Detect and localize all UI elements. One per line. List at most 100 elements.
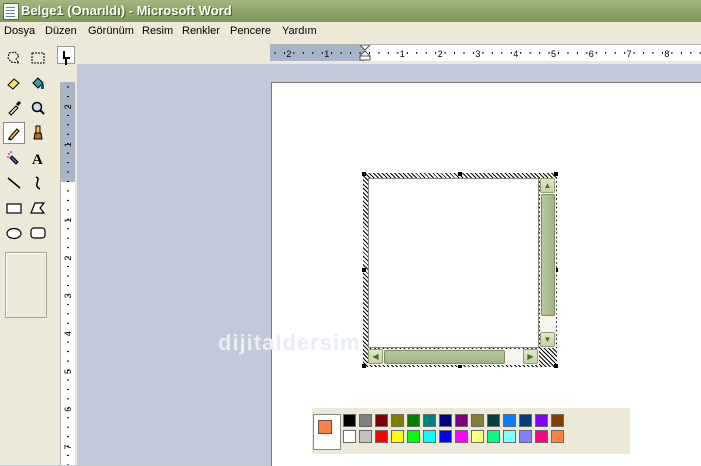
ruler-label: 5 <box>63 369 73 374</box>
color-swatch[interactable] <box>439 430 452 443</box>
text-a-icon: A <box>32 152 43 166</box>
color-swatch[interactable] <box>503 430 516 443</box>
ruler-label: 2 <box>286 49 291 59</box>
ruler-label: 7 <box>63 445 73 450</box>
color-swatch[interactable] <box>343 430 356 443</box>
color-swatch[interactable] <box>487 414 500 427</box>
menu-renkler[interactable]: Renkler <box>182 25 220 37</box>
eraser-tool[interactable] <box>3 72 25 94</box>
ruler-label: 8 <box>664 49 669 59</box>
color-swatch[interactable] <box>535 414 548 427</box>
color-swatch[interactable] <box>471 414 484 427</box>
rounded-rectangle-tool[interactable] <box>27 222 49 244</box>
curve-icon <box>35 176 41 190</box>
color-swatch[interactable] <box>503 414 516 427</box>
free-form-select-tool[interactable] <box>3 47 25 69</box>
airbrush-icon <box>7 151 19 165</box>
vertical-ruler-ticks: 2 1 1 2 3 4 5 6 7 <box>63 86 73 465</box>
resize-handle[interactable] <box>362 172 366 176</box>
color-swatch[interactable] <box>423 414 436 427</box>
current-colors-box[interactable] <box>313 414 341 450</box>
paint-toolbox: A <box>0 42 55 465</box>
line-tool[interactable] <box>3 172 25 194</box>
menu-yardim[interactable]: Yardım <box>282 25 317 37</box>
ruler-label: 6 <box>589 49 594 59</box>
vertical-scroll-thumb[interactable] <box>541 194 555 316</box>
rectangle-tool[interactable] <box>3 197 25 219</box>
menu-duzen[interactable]: Düzen <box>45 25 77 37</box>
fill-tool[interactable] <box>27 72 49 94</box>
ruler-label: 1 <box>63 218 73 223</box>
word-document-icon[interactable] <box>3 3 19 20</box>
magnifier-tool[interactable] <box>27 97 49 119</box>
menu-bar: Dosya Düzen Görünüm Resim Renkler Pencer… <box>0 22 701 43</box>
select-tool[interactable] <box>27 47 49 69</box>
color-swatch[interactable] <box>455 430 468 443</box>
color-swatch[interactable] <box>359 430 372 443</box>
scroll-left-button[interactable]: ◀ <box>368 349 383 364</box>
text-tool[interactable]: A <box>27 147 49 169</box>
color-swatch[interactable] <box>487 430 500 443</box>
scroll-down-button[interactable]: ▼ <box>540 332 555 347</box>
ellipse-tool[interactable] <box>3 222 25 244</box>
color-swatch[interactable] <box>407 414 420 427</box>
color-swatch[interactable] <box>391 430 404 443</box>
color-swatch[interactable] <box>551 414 564 427</box>
ruler-label: 6 <box>63 407 73 412</box>
tool-options-box[interactable] <box>5 252 47 318</box>
color-swatch[interactable] <box>471 430 484 443</box>
color-palette <box>312 407 630 454</box>
polygon-tool[interactable] <box>27 197 49 219</box>
pick-color-tool[interactable] <box>3 97 25 119</box>
color-swatch[interactable] <box>375 430 388 443</box>
horizontal-scrollbar[interactable]: ◀ ▶ <box>368 349 539 365</box>
vertical-scrollbar[interactable]: ▲ ▼ <box>540 178 556 348</box>
eyedropper-icon <box>8 101 21 116</box>
menu-pencere[interactable]: Pencere <box>230 25 271 37</box>
color-swatch[interactable] <box>391 414 404 427</box>
menu-dosya[interactable]: Dosya <box>4 25 35 37</box>
resize-handle[interactable] <box>362 364 366 368</box>
color-swatch[interactable] <box>407 430 420 443</box>
paint-canvas[interactable] <box>368 178 539 348</box>
color-swatch[interactable] <box>359 414 372 427</box>
tab-selector-button[interactable] <box>57 46 75 64</box>
ruler-label: 1 <box>400 49 405 59</box>
color-swatch[interactable] <box>375 414 388 427</box>
color-swatch[interactable] <box>519 430 532 443</box>
brush-tool[interactable] <box>27 122 49 144</box>
color-swatch[interactable] <box>455 414 468 427</box>
vertical-ruler[interactable]: 2 1 1 2 3 4 5 6 7 <box>60 82 75 465</box>
ruler-label: 1 <box>324 49 329 59</box>
color-swatch[interactable] <box>535 430 548 443</box>
color-swatch[interactable] <box>439 414 452 427</box>
airbrush-tool[interactable] <box>3 147 25 169</box>
resize-handle[interactable] <box>554 364 558 368</box>
magnifier-icon <box>31 101 45 115</box>
foreground-color[interactable] <box>318 420 332 434</box>
scroll-right-button[interactable]: ▶ <box>523 349 538 364</box>
horizontal-scroll-thumb[interactable] <box>384 350 505 364</box>
ruler-label: 1 <box>63 142 73 147</box>
scroll-up-button[interactable]: ▲ <box>540 178 555 193</box>
resize-handle[interactable] <box>554 172 558 176</box>
resize-handle[interactable] <box>362 268 366 272</box>
ruler-label: 2 <box>63 104 73 109</box>
menu-gorunum[interactable]: Görünüm <box>88 25 134 37</box>
ruler-label: 3 <box>475 49 480 59</box>
menu-resim[interactable]: Resim <box>142 25 173 37</box>
pencil-tool[interactable] <box>3 122 25 144</box>
resize-handle[interactable] <box>458 172 462 176</box>
curve-tool[interactable] <box>27 172 49 194</box>
color-swatch[interactable] <box>519 414 532 427</box>
color-swatch[interactable] <box>423 430 436 443</box>
indent-marker[interactable] <box>359 45 371 61</box>
ruler-label: 3 <box>63 293 73 298</box>
rounded-rectangle-icon <box>30 227 46 239</box>
color-swatch[interactable] <box>343 414 356 427</box>
ruler-label: 2 <box>438 49 443 59</box>
color-swatch[interactable] <box>551 430 564 443</box>
window-title: Belge1 (Onarıldı) - Microsoft Word <box>21 3 232 18</box>
horizontal-ruler[interactable]: 21123456789 <box>270 44 701 61</box>
ruler-label: 2 <box>63 256 73 261</box>
